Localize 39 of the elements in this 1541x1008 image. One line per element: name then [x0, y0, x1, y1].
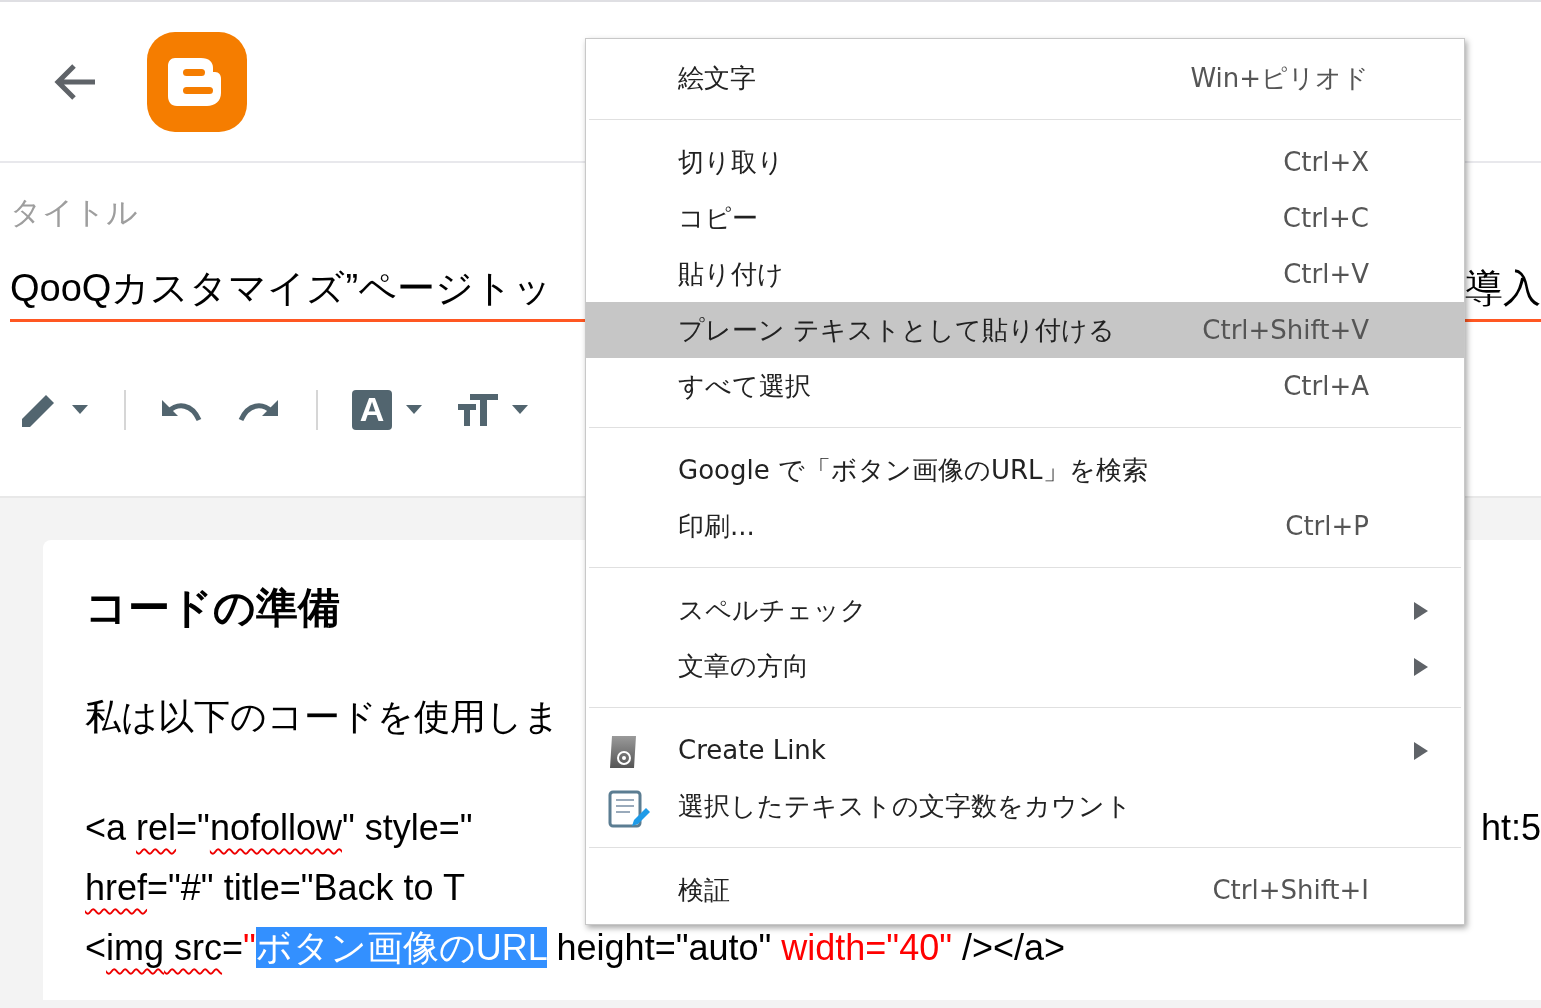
back-arrow-icon[interactable] — [53, 61, 97, 102]
caret-icon — [72, 405, 88, 414]
paragraph: 私は以下のコードを使用しま — [85, 695, 560, 739]
title-label: タイトル — [10, 194, 138, 232]
shortcut-text: Ctrl+Shift+I — [1212, 875, 1369, 905]
menu-item[interactable]: 切り取り Ctrl+X — [586, 134, 1464, 190]
menu-item[interactable]: Google で「ボタン画像のURL」を検索 — [586, 442, 1464, 498]
at-sign-icon — [608, 734, 638, 770]
menu-item[interactable]: 文章の方向 — [586, 638, 1464, 694]
title-text: 導入 — [1465, 265, 1541, 311]
menu-item[interactable]: 検証 Ctrl+Shift+I — [586, 862, 1464, 918]
undo-icon[interactable] — [160, 397, 202, 422]
shortcut-text: Ctrl+V — [1283, 259, 1369, 289]
section-heading: コードの準備 — [85, 583, 340, 633]
menu-item[interactable]: Create Link — [586, 722, 1464, 778]
code-line: href="#" title="Back to T — [85, 866, 465, 910]
menu-item[interactable]: 印刷... Ctrl+P — [586, 498, 1464, 554]
shortcut-text: Ctrl+P — [1285, 511, 1369, 541]
shortcut-text: Win+ピリオド — [1190, 61, 1369, 95]
note-pencil-icon — [608, 790, 650, 830]
menu-item[interactable]: 絵文字 Win+ピリオド — [586, 50, 1464, 106]
menu-item[interactable]: プレーン テキストとして貼り付ける Ctrl+Shift+V — [586, 302, 1464, 358]
shortcut-text: Ctrl+X — [1283, 147, 1369, 177]
font-size-button[interactable] — [458, 393, 528, 426]
menu-item[interactable]: スペルチェック — [586, 582, 1464, 638]
code-line: <a rel="nofollow" style=" — [85, 806, 473, 850]
menu-item[interactable]: すべて選択 Ctrl+A — [586, 358, 1464, 414]
menu-item[interactable]: 貼り付け Ctrl+V — [586, 246, 1464, 302]
caret-icon — [406, 405, 422, 414]
shortcut-text: Ctrl+A — [1283, 371, 1369, 401]
logo-icon — [147, 31, 247, 132]
menu-item[interactable]: 選択したテキストの文字数をカウント — [586, 778, 1464, 834]
font-size-icon — [458, 393, 498, 426]
shortcut-text: Ctrl+Shift+V — [1202, 315, 1369, 345]
shortcut-text: Ctrl+C — [1282, 203, 1369, 233]
title-text: QooQカスタマイズ”ページトッ — [10, 265, 553, 311]
code-line: ht:5 — [1480, 806, 1541, 850]
menu-item[interactable]: コピー Ctrl+C — [586, 190, 1464, 246]
caret-icon — [512, 405, 528, 414]
